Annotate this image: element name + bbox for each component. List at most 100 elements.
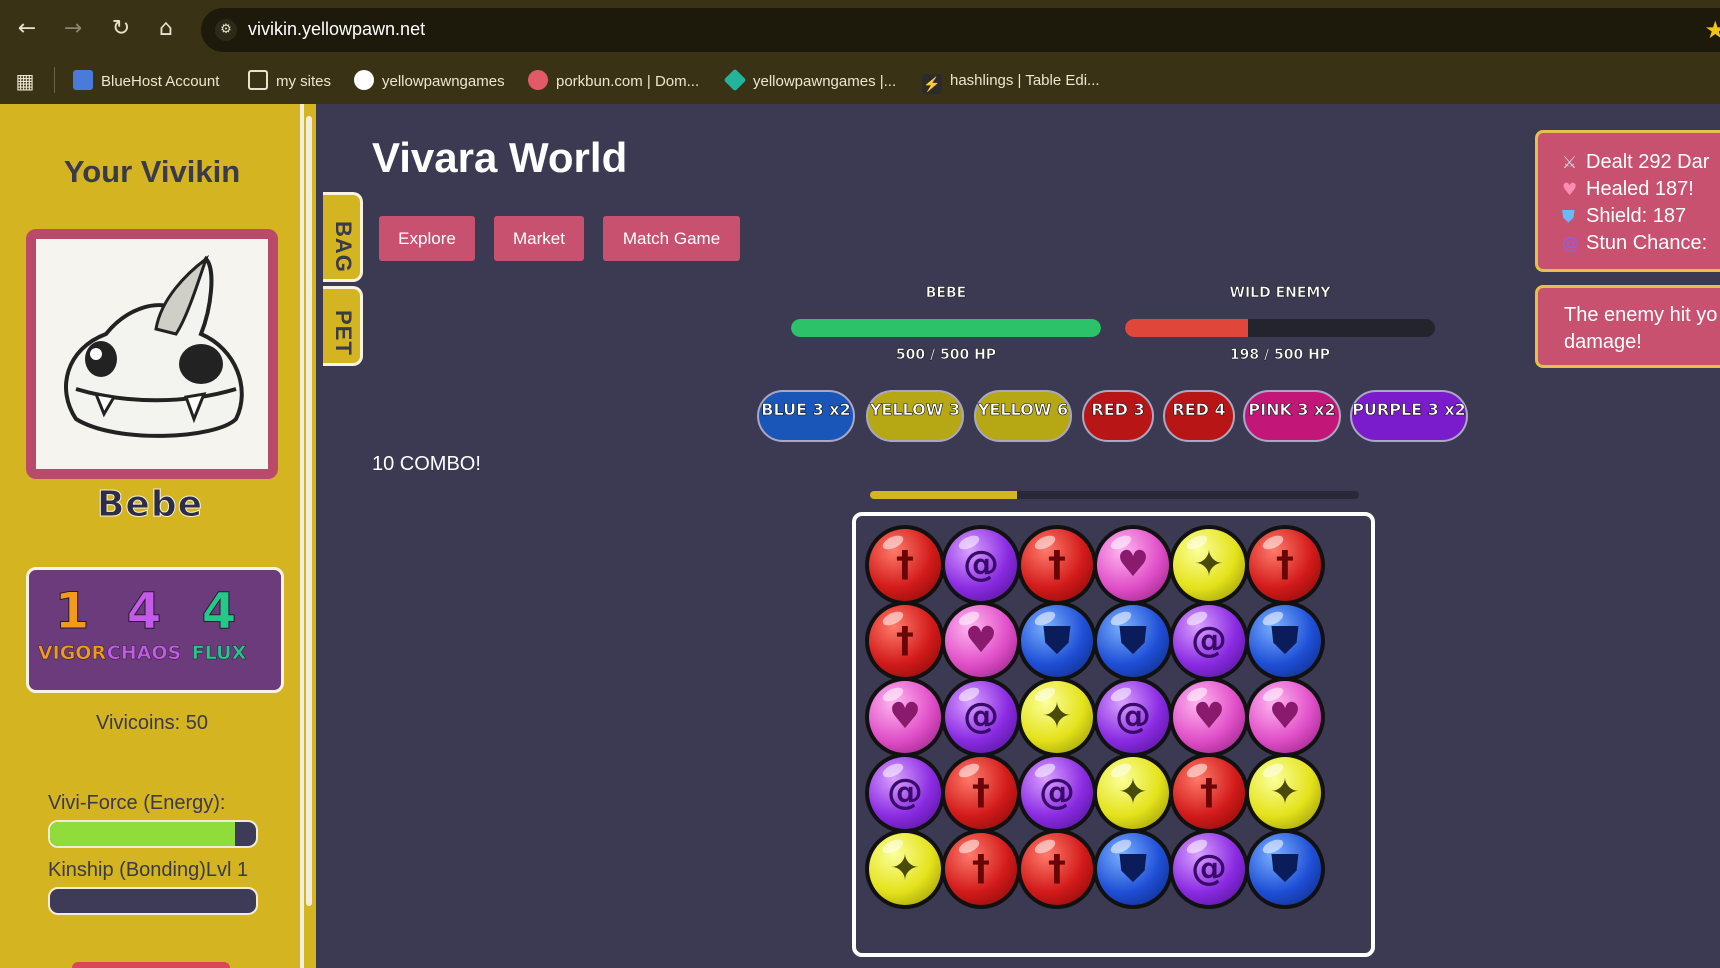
orb-blue-icon: ⛊: [1043, 620, 1071, 661]
orb-ball: †: [1249, 529, 1321, 601]
orb-ball: †: [945, 833, 1017, 905]
orb-yellow[interactable]: ✦: [1017, 677, 1097, 757]
toast-text: Shield: 187: [1586, 205, 1687, 227]
orb-pink-icon: ♥: [1268, 696, 1302, 737]
sidebar-title: Your Vivikin: [63, 154, 241, 189]
swords-icon: ⚔: [1562, 153, 1578, 173]
orb-ball: ♥: [1097, 529, 1169, 601]
heart-icon: ♥: [1562, 180, 1578, 200]
orb-blue-icon: ⛊: [1119, 848, 1147, 889]
stat-flux: 4 FLUX: [179, 582, 259, 665]
bookmark-hashlings[interactable]: ⚡ hashlings | Table Edi...: [922, 70, 1100, 94]
orb-pink-icon: ♥: [888, 696, 922, 737]
reload-icon[interactable]: ↻: [106, 14, 136, 44]
stat-value: 4: [201, 582, 237, 641]
pet-drawing: [64, 254, 244, 438]
orb-pink[interactable]: ♥: [1245, 677, 1325, 757]
site-info-icon[interactable]: ⚙: [215, 19, 237, 41]
orb-pink[interactable]: ♥: [865, 677, 945, 757]
bookmark-label: BlueHost Account: [101, 73, 220, 90]
orb-pink[interactable]: ♥: [941, 601, 1021, 681]
bookmark-bluehost[interactable]: BlueHost Account: [73, 70, 219, 92]
bookmark-star-icon[interactable]: ★: [1704, 16, 1720, 44]
home-icon[interactable]: ⌂: [151, 14, 181, 44]
enemy-hp-text: 198 / 500 HP: [1229, 347, 1331, 364]
orb-blue[interactable]: ⛊: [1017, 601, 1097, 681]
match-game-button[interactable]: Match Game: [603, 216, 740, 261]
orb-red-icon: †: [972, 848, 990, 889]
orb-red[interactable]: †: [865, 601, 945, 681]
orb-ball: @: [1173, 833, 1245, 905]
orb-ball: ♥: [1249, 681, 1321, 753]
tab-bag[interactable]: BAG: [323, 192, 363, 282]
orb-ball: @: [1021, 757, 1093, 829]
orb-red-icon: †: [1048, 848, 1066, 889]
orb-ball: ♥: [945, 605, 1017, 677]
bookmark-github[interactable]: yellowpawngames: [354, 70, 505, 92]
shield-icon: ⛊: [1562, 207, 1575, 227]
back-icon[interactable]: ←: [12, 14, 42, 44]
orb-red[interactable]: †: [941, 829, 1021, 909]
orb-purple[interactable]: @: [1169, 829, 1249, 909]
orb-red[interactable]: †: [865, 525, 945, 605]
orb-pink[interactable]: ♥: [1093, 525, 1173, 605]
tab-bag-label: BAG: [331, 221, 356, 273]
orb-ball: ✦: [1021, 681, 1093, 753]
orb-purple[interactable]: @: [865, 753, 945, 833]
orb-pink[interactable]: ♥: [1169, 677, 1249, 757]
orb-blue[interactable]: ⛊: [1245, 829, 1325, 909]
orb-red[interactable]: †: [1169, 753, 1249, 833]
orb-red-icon: †: [896, 620, 914, 661]
bookmark-my-sites[interactable]: my sites: [248, 70, 331, 92]
turn-timer-fill: [870, 491, 1017, 499]
orb-pink-icon: ♥: [964, 620, 998, 661]
bookmark-label: yellowpawngames: [382, 73, 505, 90]
orb-red[interactable]: †: [1245, 525, 1325, 605]
orb-blue[interactable]: ⛊: [1093, 829, 1173, 909]
orb-yellow[interactable]: ✦: [865, 829, 945, 909]
orb-yellow[interactable]: ✦: [1093, 753, 1173, 833]
url-text[interactable]: vivikin.yellowpawn.net: [248, 19, 425, 40]
market-button[interactable]: Market: [494, 216, 584, 261]
tab-pet[interactable]: PET: [323, 286, 363, 366]
sidebar-scrollbar[interactable]: [300, 104, 316, 968]
match-board[interactable]: † @ † ♥ ✦ † † ♥ ⛊ ⛊ @ ⛊ ♥ @ ✦ @ ♥ ♥ @ † @ ✦ † ✦ ✦ † † ⛊ @ ⛊: [852, 512, 1375, 957]
orb-blue[interactable]: ⛊: [1093, 601, 1173, 681]
scroll-thumb[interactable]: [306, 116, 312, 906]
orb-red-icon: †: [896, 544, 914, 585]
match-pill-yellow-3: YELLOW 3: [866, 390, 964, 442]
orb-red[interactable]: †: [1017, 525, 1097, 605]
orb-yellow[interactable]: ✦: [1245, 753, 1325, 833]
bookmark-porkbun[interactable]: porkbun.com | Dom...: [528, 70, 699, 92]
bookmark-label: hashlings | Table Edi...: [950, 72, 1100, 89]
forward-icon[interactable]: →: [58, 14, 88, 44]
orb-ball: ✦: [869, 833, 941, 905]
stat-chaos: 4 CHAOS: [104, 582, 184, 665]
orb-blue[interactable]: ⛊: [1245, 601, 1325, 681]
spiral-icon: @: [1562, 234, 1579, 254]
orb-purple[interactable]: @: [1017, 753, 1097, 833]
orb-pink-icon: ♥: [1192, 696, 1226, 737]
bookmark-yellowpawn-sheet[interactable]: yellowpawngames |...: [723, 68, 896, 92]
toast-line: @ Stun Chance:: [1538, 230, 1720, 257]
sidebar-action-button[interactable]: [72, 962, 230, 968]
orb-yellow[interactable]: ✦: [1169, 525, 1249, 605]
orb-ball: ⛊: [1249, 605, 1321, 677]
toast-line: The enemy hit yo: [1538, 302, 1720, 329]
orb-purple[interactable]: @: [1169, 601, 1249, 681]
orb-purple-icon: @: [887, 772, 923, 813]
address-bar[interactable]: ⚙ vivikin.yellowpawn.net ★: [201, 8, 1720, 52]
orb-red[interactable]: †: [1017, 829, 1097, 909]
orb-purple-icon: @: [1191, 848, 1227, 889]
explore-button[interactable]: Explore: [379, 216, 475, 261]
pet-stats: 1 VIGOR 4 CHAOS 4 FLUX: [26, 567, 284, 693]
orb-purple-icon: @: [1039, 772, 1075, 813]
turn-timer-bar: [870, 491, 1359, 499]
orb-purple[interactable]: @: [1093, 677, 1173, 757]
orb-red[interactable]: †: [941, 753, 1021, 833]
orb-purple[interactable]: @: [941, 525, 1021, 605]
orb-purple[interactable]: @: [941, 677, 1021, 757]
orb-ball: ⛊: [1097, 833, 1169, 905]
pet-portrait: [26, 229, 278, 479]
apps-grid-icon[interactable]: ▦: [10, 66, 40, 96]
